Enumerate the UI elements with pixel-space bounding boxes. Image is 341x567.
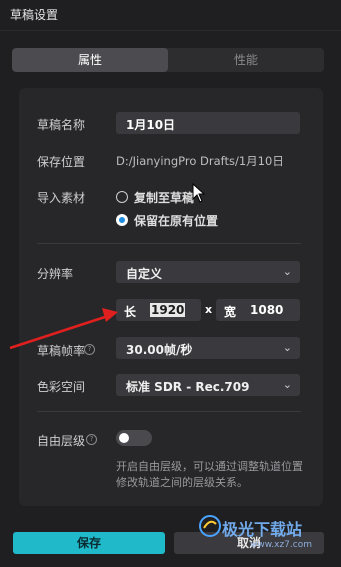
mouse-cursor-icon: [192, 183, 206, 203]
radio-keep-original-label[interactable]: 保留在原有位置: [134, 212, 218, 229]
framerate-label: 草稿帧率: [37, 344, 86, 358]
width-value: 1920: [150, 303, 186, 317]
height-value: 1080: [250, 303, 284, 317]
watermark-text: 极光下载站: [222, 520, 303, 539]
free-layer-description: 开启自由层级，可以通过调整轨道位置修改轨道之间的层级关系。: [116, 460, 303, 489]
dimension-separator: x: [205, 303, 213, 316]
free-layer-toggle[interactable]: [116, 430, 152, 446]
framerate-value: 30.00帧/秒: [126, 343, 193, 357]
tab-bar: 属性 性能: [12, 48, 324, 72]
save-button[interactable]: 保存: [13, 532, 165, 554]
width-label: 长: [124, 305, 137, 319]
tab-performance[interactable]: 性能: [168, 48, 324, 72]
dialog-title: 草稿设置: [10, 8, 59, 22]
resolution-label: 分辨率: [37, 267, 74, 281]
height-input[interactable]: 宽 1080: [216, 299, 300, 321]
chevron-down-icon: ⌄: [282, 341, 292, 354]
title-divider: [0, 30, 341, 31]
colorspace-value: 标准 SDR - Rec.709: [126, 380, 250, 394]
draft-name-value: 1月10日: [126, 118, 176, 132]
radio-keep-original[interactable]: [116, 214, 128, 226]
help-circle-icon[interactable]: ?: [84, 344, 95, 355]
save-location-path: D:/JianyingPro Drafts/1月10日: [116, 154, 284, 168]
chevron-down-icon: ⌄: [282, 378, 292, 391]
chevron-down-icon: ⌄: [282, 265, 292, 278]
radio-copy-to-draft[interactable]: [116, 191, 128, 203]
height-label: 宽: [224, 305, 237, 319]
resolution-value: 自定义: [126, 267, 163, 281]
section-divider: [37, 243, 301, 244]
radio-copy-to-draft-label[interactable]: 复制至草稿: [134, 189, 194, 206]
tab-properties[interactable]: 属性: [12, 48, 168, 72]
colorspace-select[interactable]: 标准 SDR - Rec.709 ⌄: [116, 374, 300, 396]
save-location-label: 保存位置: [37, 155, 86, 169]
help-circle-icon[interactable]: ?: [86, 434, 97, 445]
colorspace-label: 色彩空间: [37, 380, 86, 394]
free-layer-label: 自由层级: [37, 434, 86, 448]
watermark-logo: [199, 515, 221, 537]
watermark-url: www.xz7.com: [250, 540, 312, 550]
resolution-select[interactable]: 自定义 ⌄: [116, 261, 300, 283]
draft-name-input[interactable]: 1月10日: [116, 112, 300, 134]
draft-name-label: 草稿名称: [37, 118, 86, 132]
section-divider: [37, 411, 301, 412]
framerate-select[interactable]: 30.00帧/秒 ⌄: [116, 337, 300, 359]
width-input[interactable]: 长 1920: [116, 299, 201, 321]
import-label: 导入素材: [37, 191, 86, 205]
